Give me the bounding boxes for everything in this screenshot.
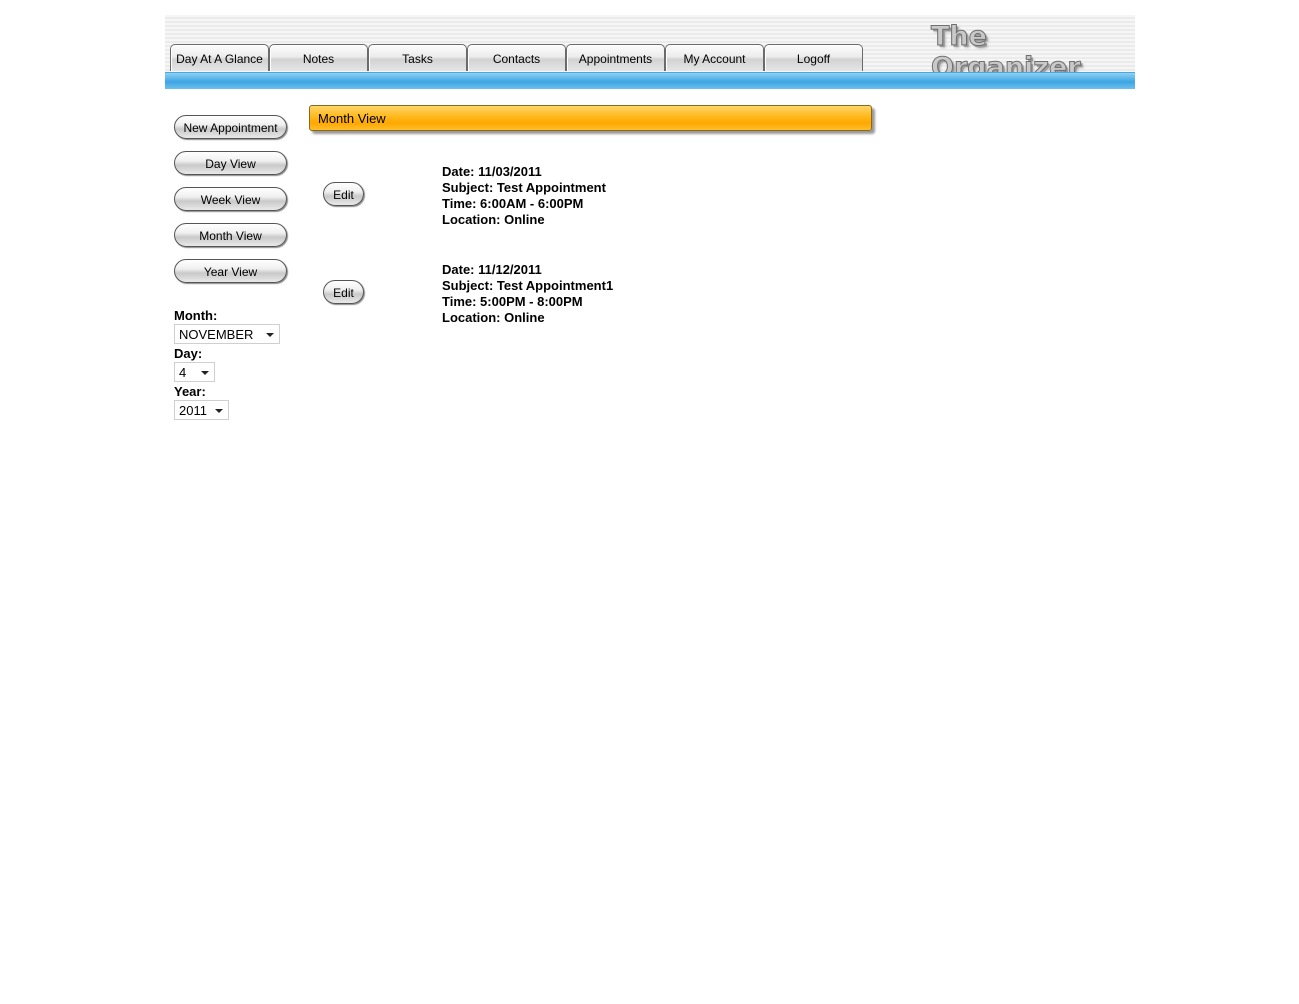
day-select-value: 4 [179,365,187,380]
appointment-date: Date: 11/03/2011 [442,164,542,179]
appointment-time: Time: 5:00PM - 8:00PM [442,294,583,309]
tab-contacts[interactable]: Contacts [467,44,566,71]
year-select-value: 2011 [179,403,207,418]
tab-logoff[interactable]: Logoff [764,44,863,71]
appointment-subject: Subject: Test Appointment [442,180,606,195]
day-select[interactable]: 4 [174,362,215,382]
year-label: Year: [174,384,206,399]
header: The Organizer Day At A Glance Notes Task… [165,15,1135,89]
tab-tasks[interactable]: Tasks [368,44,467,71]
appointment-location: Location: Online [442,212,545,227]
tab-notes[interactable]: Notes [269,44,368,71]
month-label: Month: [174,308,218,323]
header-accent-bar [165,72,1135,89]
tab-day-at-a-glance[interactable]: Day At A Glance [170,44,269,71]
week-view-button[interactable]: Week View [174,187,287,211]
appointment-time: Time: 6:00AM - 6:00PM [442,196,584,211]
chevron-down-icon [215,409,223,413]
appointment-details: Date: 11/03/2011 Subject: Test Appointme… [442,164,606,228]
month-select[interactable]: NOVEMBER [174,324,280,344]
day-view-button[interactable]: Day View [174,151,287,175]
edit-button[interactable]: Edit [323,182,364,206]
appointment-subject: Subject: Test Appointment1 [442,278,614,293]
page-title: Month View [309,105,872,131]
appointment-date: Date: 11/12/2011 [442,262,542,277]
tab-my-account[interactable]: My Account [665,44,764,71]
new-appointment-button[interactable]: New Appointment [174,115,287,139]
tab-appointments[interactable]: Appointments [566,44,665,71]
edit-button[interactable]: Edit [323,280,364,304]
day-label: Day: [174,346,203,361]
appointment-details: Date: 11/12/2011 Subject: Test Appointme… [442,262,613,326]
chevron-down-icon [266,333,274,337]
year-select[interactable]: 2011 [174,400,229,420]
month-select-value: NOVEMBER [179,327,254,342]
year-view-button[interactable]: Year View [174,259,287,283]
chevron-down-icon [201,371,209,375]
month-view-button[interactable]: Month View [174,223,287,247]
appointment-location: Location: Online [442,310,545,325]
